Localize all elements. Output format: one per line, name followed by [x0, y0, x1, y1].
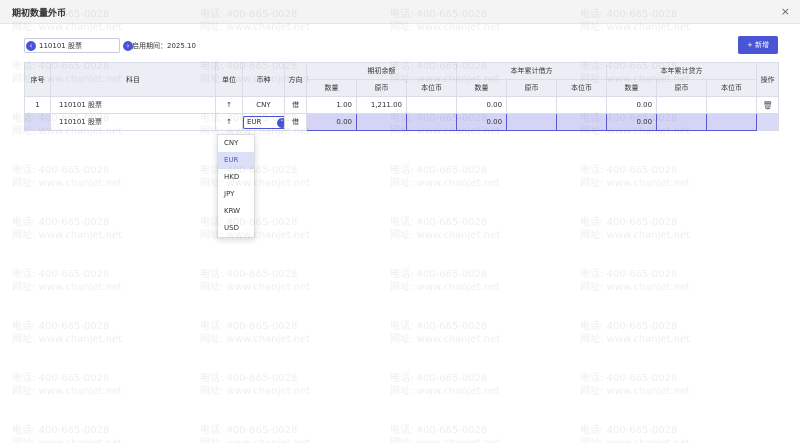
row-debit-qty[interactable]: 0.00	[456, 113, 508, 131]
header-currency: 币种	[242, 62, 285, 97]
balance-table: 序号 科目 单位 币种 方向 期初余额 本年累计借方 本年累计贷方 操作 数量 …	[24, 62, 780, 131]
row-credit-local[interactable]	[706, 113, 758, 131]
table-row-selected[interactable]: 110101 股票 ↑ EUR ⌃ 借 0.00 0.00 0.00	[24, 113, 780, 131]
chevron-up-icon[interactable]: ⌃	[277, 117, 284, 128]
watermark-text: 电话: 400-665-0028网址: www.chanjet.net	[580, 165, 691, 189]
header-credit-ytd: 本年累计贷方	[606, 62, 758, 80]
watermark-text: 电话: 400-665-0028网址: www.chanjet.net	[200, 425, 310, 443]
watermark-text: 电话: 400-665-0028网址: www.chanjet.net	[580, 269, 691, 293]
header-debit-local: 本位币	[556, 79, 608, 97]
dialog-titlebar: 期初数量外币 ×	[0, 0, 800, 24]
header-credit-local: 本位币	[706, 79, 758, 97]
header-debit-ytd: 本年累计借方	[456, 62, 608, 80]
close-icon[interactable]: ×	[781, 5, 790, 18]
currency-option[interactable]: CNY	[218, 135, 254, 152]
watermark-text: 电话: 400-665-0028网址: www.chanjet.net	[12, 321, 123, 345]
row-credit-qty[interactable]: 0.00	[606, 96, 658, 114]
watermark-text: 电话: 400-665-0028网址: www.chanjet.net	[580, 217, 691, 241]
opening-quantity-foreign-currency-dialog: 期初数量外币 × ‹ 110101 股票 › 启用期间：2025.10 + 新增…	[0, 0, 800, 443]
add-button[interactable]: + 新增	[738, 36, 778, 54]
watermark-text: 电话: 400-665-0028网址: www.chanjet.net	[200, 321, 311, 345]
watermark-text: 电话: 400-665-0028网址: www.chanjet.net	[580, 321, 691, 345]
header-seq: 序号	[24, 62, 51, 97]
row-debit-orig[interactable]	[506, 113, 558, 131]
row-action: 🗑	[756, 96, 780, 114]
row-debit-local[interactable]	[556, 96, 608, 114]
table-row[interactable]: 1 110101 股票 ↑ CNY 借 1.00 1,211.00 0.00 0…	[24, 96, 780, 114]
header-subject: 科目	[50, 62, 216, 97]
row-opening-orig[interactable]: 1,211.00	[356, 96, 407, 114]
watermark-text: 电话: 400-665-0028网址: www.chanjet.net	[390, 165, 501, 189]
watermark-text: 电话: 400-665-0028网址: www.chanjet.net	[12, 217, 123, 241]
watermark-text: 电话: 400-665-0028网址: www.chanjet.net	[200, 373, 311, 397]
watermark-text: 电话: 400-665-0028网址: www.chanjet.net	[390, 373, 501, 397]
trash-icon[interactable]: 🗑	[762, 101, 772, 110]
row-opening-local[interactable]	[405, 96, 458, 114]
header-opening-qty: 数量	[306, 79, 357, 97]
watermark-text: 电话: 400-665-0028网址: www.chanjet.net	[390, 269, 501, 293]
watermark-text: 电话: 400-665-0028网址: www.chanjet.net	[580, 425, 690, 443]
dialog-title: 期初数量外币	[12, 9, 67, 19]
row-currency-cell: EUR ⌃	[242, 113, 285, 131]
header-opening-local: 本位币	[405, 79, 458, 97]
row-seq: 1	[24, 96, 51, 114]
watermark-text: 电话: 400-665-0028网址: www.chanjet.net	[12, 373, 123, 397]
header-credit-orig: 原币	[656, 79, 708, 97]
header-action: 操作	[756, 62, 780, 97]
row-direction: 借	[284, 113, 307, 131]
period-info: 启用期间：2025.10	[132, 41, 196, 51]
row-action	[756, 113, 780, 131]
row-subject[interactable]: 110101 股票	[50, 113, 216, 131]
watermark-text: 电话: 400-665-0028网址: www.chanjet.net	[580, 373, 691, 397]
row-unit-icon[interactable]: ↑	[215, 113, 243, 131]
toolbar: ‹ 110101 股票 › 启用期间：2025.10 + 新增	[0, 24, 800, 58]
header-unit: 单位	[215, 62, 243, 97]
currency-option[interactable]: HKD	[218, 169, 254, 186]
row-debit-orig[interactable]	[506, 96, 558, 114]
row-opening-qty[interactable]: 1.00	[306, 96, 357, 114]
row-unit-icon[interactable]: ↑	[215, 96, 243, 114]
row-opening-local[interactable]	[405, 113, 458, 131]
row-direction: 借	[284, 96, 307, 114]
row-credit-orig[interactable]	[656, 113, 708, 131]
currency-option[interactable]: KRW	[218, 203, 254, 220]
currency-select-value: EUR	[247, 117, 262, 126]
currency-select[interactable]: EUR ⌃	[243, 115, 284, 129]
watermark-text: 电话: 400-665-0028网址: www.chanjet.net	[200, 269, 311, 293]
period-value: 2025.10	[167, 42, 196, 50]
header-direction: 方向	[284, 62, 307, 97]
currency-option[interactable]: EUR	[218, 152, 254, 169]
row-subject[interactable]: 110101 股票	[50, 96, 216, 114]
row-credit-orig[interactable]	[656, 96, 708, 114]
row-credit-local[interactable]	[706, 96, 758, 114]
header-credit-qty: 数量	[606, 79, 658, 97]
row-opening-orig[interactable]	[356, 113, 407, 131]
header-debit-qty: 数量	[456, 79, 508, 97]
watermark-text: 电话: 400-665-0028网址: www.chanjet.net	[12, 269, 123, 293]
watermark-text: 电话: 400-665-0028网址: www.chanjet.net	[390, 217, 501, 241]
period-label: 启用期间：	[132, 42, 167, 50]
prev-subject-icon[interactable]: ‹	[26, 41, 36, 51]
watermark-text: 电话: 400-665-0028网址: www.chanjet.net	[390, 321, 501, 345]
subject-selector[interactable]: ‹ 110101 股票 ›	[24, 38, 133, 53]
watermark-text: 电话: 400-665-0028网址: www.chanjet.net	[12, 165, 123, 189]
row-debit-qty[interactable]: 0.00	[456, 96, 508, 114]
currency-option[interactable]: JPY	[218, 186, 254, 203]
currency-option[interactable]: USD	[218, 220, 254, 237]
row-debit-local[interactable]	[556, 113, 608, 131]
watermark-text: 电话: 400-665-0028网址: www.chanjet.net	[12, 425, 122, 443]
currency-dropdown: CNY EUR HKD JPY KRW USD	[217, 134, 255, 238]
header-opening-balance: 期初余额	[305, 62, 458, 80]
header-debit-orig: 原币	[506, 79, 558, 97]
row-seq	[24, 113, 51, 131]
header-opening-orig: 原币	[356, 79, 407, 97]
row-credit-qty[interactable]: 0.00	[606, 113, 658, 131]
row-currency[interactable]: CNY	[242, 96, 285, 114]
watermark-text: 电话: 400-665-0028网址: www.chanjet.net	[390, 425, 500, 443]
row-opening-qty[interactable]: 0.00	[306, 113, 357, 131]
subject-value: 110101 股票	[39, 42, 82, 50]
